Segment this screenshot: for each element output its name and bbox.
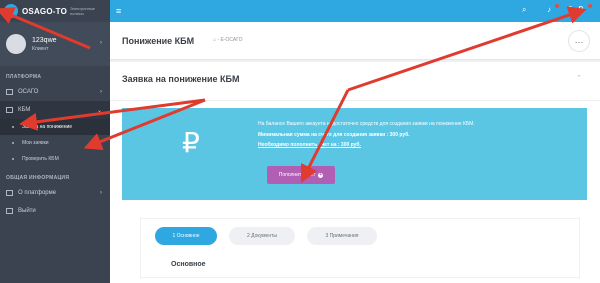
user-name: 123qwe <box>32 36 57 44</box>
home-icon[interactable]: ⌂ <box>213 37 216 43</box>
sidebar-subitem-label: Мои заявки <box>22 140 49 146</box>
brand-name: OSAGO-TO <box>22 6 68 16</box>
brand[interactable]: OSAGO-TO Электронные полисы <box>0 0 110 22</box>
logout-icon <box>6 208 13 214</box>
sidebar-item-label: Выйти <box>18 208 36 214</box>
bullet-icon <box>12 126 14 128</box>
sidebar-item-about[interactable]: О платформе › <box>0 184 110 202</box>
plus-icon: + <box>318 171 324 178</box>
sidebar-subitem-label: Проверить КБМ <box>22 156 59 162</box>
bullet-icon <box>12 142 14 144</box>
alert-topup-link[interactable]: Необходимо пополнить счет на : 300 руб. <box>258 142 361 148</box>
chevron-right-icon: › <box>100 89 102 95</box>
sidebar-item-label: ОСАГО <box>18 89 39 95</box>
chevron-right-icon: › <box>100 40 102 46</box>
search-icon[interactable]: ⌕ <box>522 5 526 15</box>
user-panel[interactable]: 123qwe Клиент › <box>0 22 110 66</box>
logo-icon <box>4 4 18 18</box>
tab-documents[interactable]: 2 Документы <box>229 227 295 245</box>
sidebar-item-osago[interactable]: ОСАГО › <box>0 83 110 101</box>
menu-icon[interactable]: ≡ <box>116 6 121 16</box>
sidebar-item-logout[interactable]: Выйти <box>0 202 110 220</box>
car-icon <box>6 89 13 95</box>
ruble-icon[interactable]: ₽ <box>578 5 583 14</box>
alert-min-sum: Минимальная сумма на счете для создания … <box>258 132 410 138</box>
card-icon <box>6 107 13 113</box>
sidebar-section-platform: ПЛАТФОРМА <box>6 74 42 80</box>
balance-alert: ₽ На балансе Вашего аккаунта недостаточн… <box>122 108 587 200</box>
notification-badge <box>555 4 559 8</box>
tab-notes[interactable]: 3 Примечания <box>307 227 377 245</box>
sidebar-subitem-my-requests[interactable]: Мои заявки <box>0 135 110 151</box>
page-title: Понижение КБМ <box>122 36 195 46</box>
more-button[interactable]: … <box>568 30 590 52</box>
card-title: Заявка на понижение КБМ <box>122 74 240 84</box>
page-header: Понижение КБМ ⌂ - Е-ОСАГО … <box>110 22 600 60</box>
sidebar-subitem-label: Заявка на понижение <box>22 124 73 130</box>
topup-button-label: Пополнить счет <box>278 172 316 178</box>
sidebar-subitem-check-kbm[interactable]: Проверить КБМ <box>0 151 110 167</box>
sidebar-item-label: КБМ <box>18 107 31 113</box>
form-tabs: 1 Основное 2 Документы 3 Примечания Осно… <box>140 218 580 278</box>
chevron-right-icon: › <box>100 190 102 196</box>
bell-icon[interactable]: ♪ <box>547 5 551 14</box>
sidebar-section-general: ОБЩАЯ ИНФОРМАЦИЯ <box>6 175 70 181</box>
form-section-title: Основное <box>171 261 206 268</box>
sidebar-item-label: О платформе <box>18 190 57 196</box>
breadcrumb: ⌂ - Е-ОСАГО <box>213 37 243 43</box>
divider <box>110 100 600 101</box>
balance-value: 0 <box>568 5 573 14</box>
info-icon <box>6 190 13 196</box>
request-card: Заявка на понижение КБМ ⌃ ₽ На балансе В… <box>110 62 600 283</box>
sidebar-item-kbm[interactable]: КБМ ⌄ <box>0 101 110 119</box>
tab-main[interactable]: 1 Основное <box>155 227 217 245</box>
brand-tagline: Электронные полисы <box>70 6 95 16</box>
sidebar-subitem-request[interactable]: Заявка на понижение <box>0 119 110 135</box>
ruble-icon: ₽ <box>182 126 200 159</box>
avatar <box>6 34 26 54</box>
bullet-icon <box>12 158 14 160</box>
balance-badge <box>588 4 592 8</box>
topbar: ≡ ⌕ ♪ 0 ₽ <box>110 0 600 22</box>
topup-button[interactable]: Пополнить счет + <box>267 166 335 184</box>
alert-message: На балансе Вашего аккаунта недостаточно … <box>258 121 475 127</box>
chevron-down-icon: ⌄ <box>96 107 102 114</box>
sidebar: OSAGO-TO Электронные полисы 123qwe Клиен… <box>0 0 110 283</box>
user-role: Клиент <box>32 45 49 52</box>
breadcrumb-item[interactable]: Е-ОСАГО <box>220 37 242 43</box>
chevron-up-icon[interactable]: ⌃ <box>576 74 582 82</box>
